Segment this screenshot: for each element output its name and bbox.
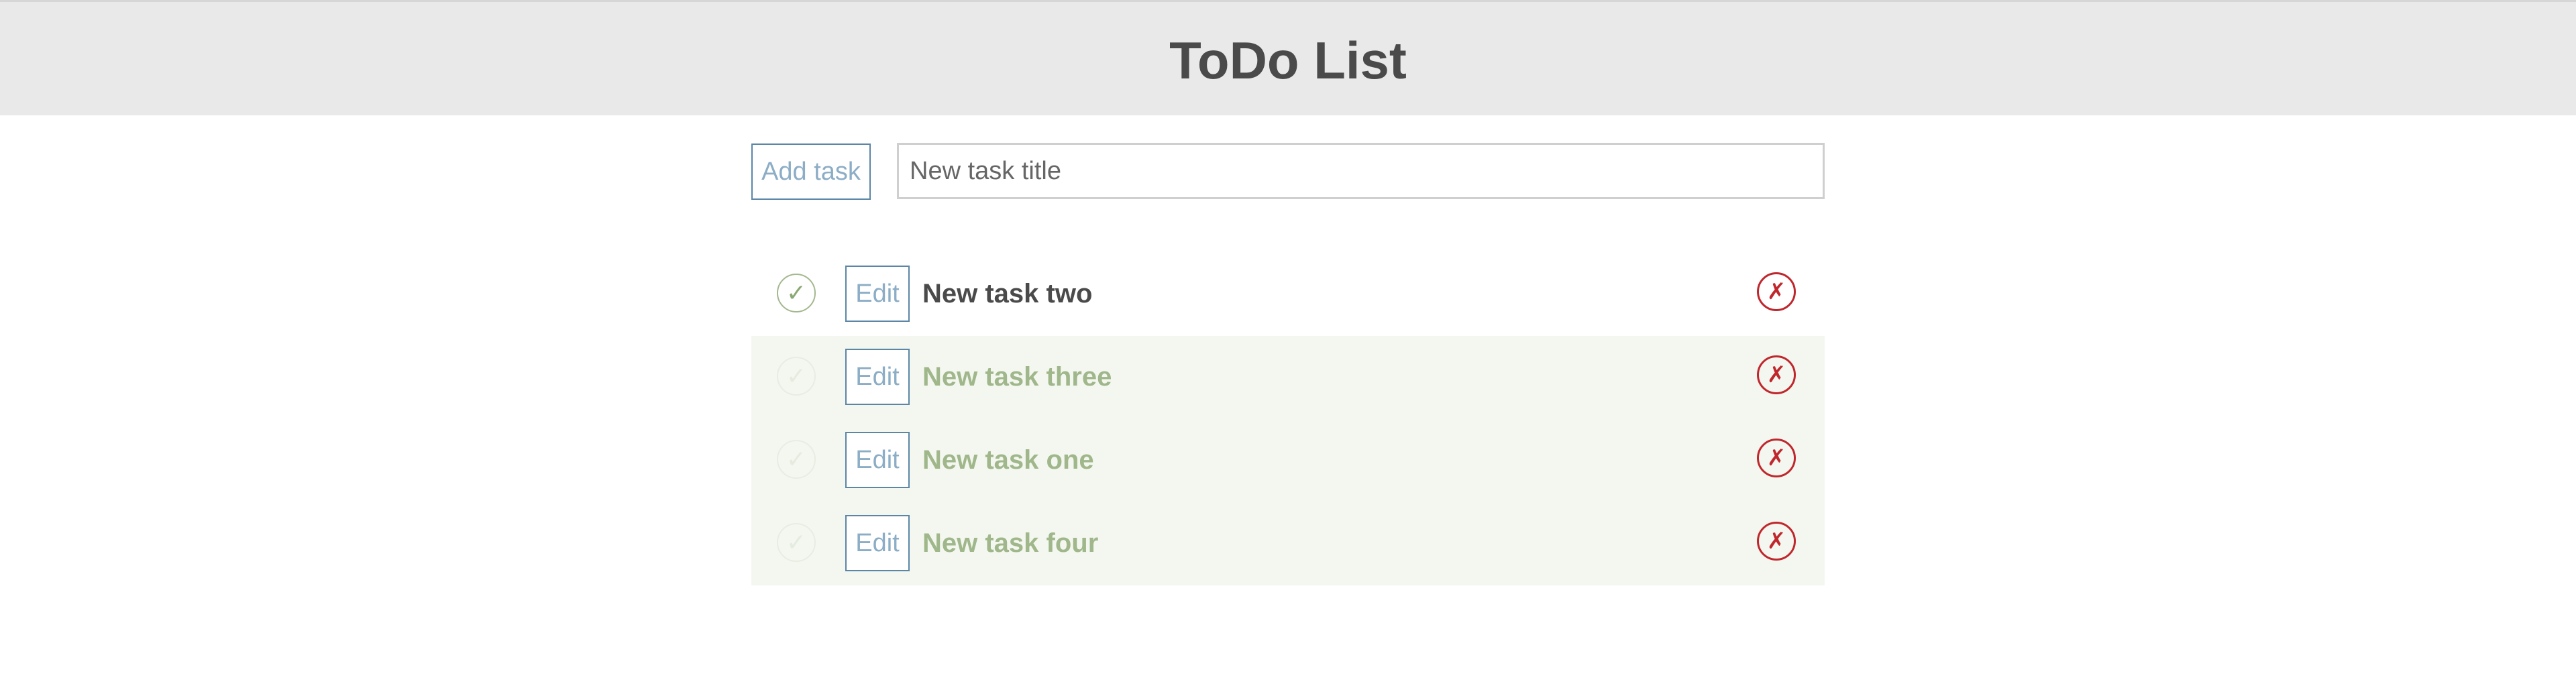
task-row: ✓ Edit New task one ✗ (751, 419, 1825, 502)
edit-task-button[interactable]: Edit (845, 266, 910, 322)
task-row: ✓ Edit New task four ✗ (751, 502, 1825, 585)
task-list: ✓ Edit New task two ✗ ✓ Edit New task th… (751, 253, 1825, 585)
delete-icon[interactable]: ✗ (1757, 272, 1796, 311)
new-task-title-input[interactable] (897, 143, 1825, 199)
delete-icon[interactable]: ✗ (1757, 522, 1796, 561)
delete-icon[interactable]: ✗ (1757, 439, 1796, 477)
check-icon[interactable]: ✓ (777, 274, 816, 312)
edit-task-button[interactable]: Edit (845, 515, 910, 571)
task-row: ✓ Edit New task two ✗ (751, 253, 1825, 336)
check-icon[interactable]: ✓ (777, 523, 816, 562)
task-title: New task four (922, 528, 1099, 558)
page-title: ToDo List (1169, 31, 1407, 90)
edit-task-button[interactable]: Edit (845, 432, 910, 488)
task-title: New task two (922, 279, 1093, 308)
check-icon[interactable]: ✓ (777, 357, 816, 396)
edit-task-button[interactable]: Edit (845, 349, 910, 405)
task-title: New task one (922, 445, 1094, 475)
check-icon[interactable]: ✓ (777, 440, 816, 479)
task-row: ✓ Edit New task three ✗ (751, 336, 1825, 419)
add-task-button[interactable]: Add task (751, 143, 871, 200)
task-title: New task three (922, 362, 1112, 392)
delete-icon[interactable]: ✗ (1757, 355, 1796, 394)
page-header: ToDo List (0, 0, 2576, 115)
